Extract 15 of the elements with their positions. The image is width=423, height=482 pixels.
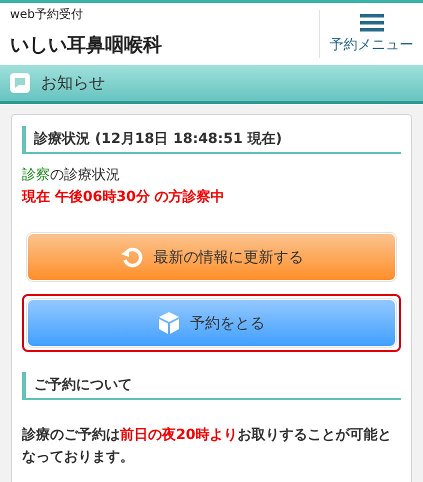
refresh-icon bbox=[120, 245, 144, 269]
refresh-button[interactable]: 最新の情報に更新する bbox=[27, 233, 396, 281]
department-name: 診察 bbox=[22, 166, 50, 184]
section-heading: ご予約について bbox=[22, 372, 401, 400]
site-subtitle: web予約受付 bbox=[10, 6, 83, 23]
reserve-button[interactable]: 予約をとる bbox=[27, 299, 396, 347]
current-patient-status: 現在 午後06時30分 の方診察中 bbox=[22, 188, 226, 206]
reservation-info-text: 診療のご予約は前日の夜20時より お取りすることが可能となっております。 bbox=[22, 426, 392, 467]
cube-icon bbox=[158, 311, 180, 335]
menu-icon bbox=[360, 14, 384, 32]
notice-title: お知らせ bbox=[41, 72, 105, 94]
speech-bubble-icon bbox=[10, 73, 30, 93]
status-label: の診療状況 bbox=[50, 166, 120, 184]
clinic-name: いしい耳鼻咽喉科 bbox=[10, 33, 162, 58]
section-heading: 診療状況 (12月18日 18:48:51 現在) bbox=[22, 126, 401, 154]
